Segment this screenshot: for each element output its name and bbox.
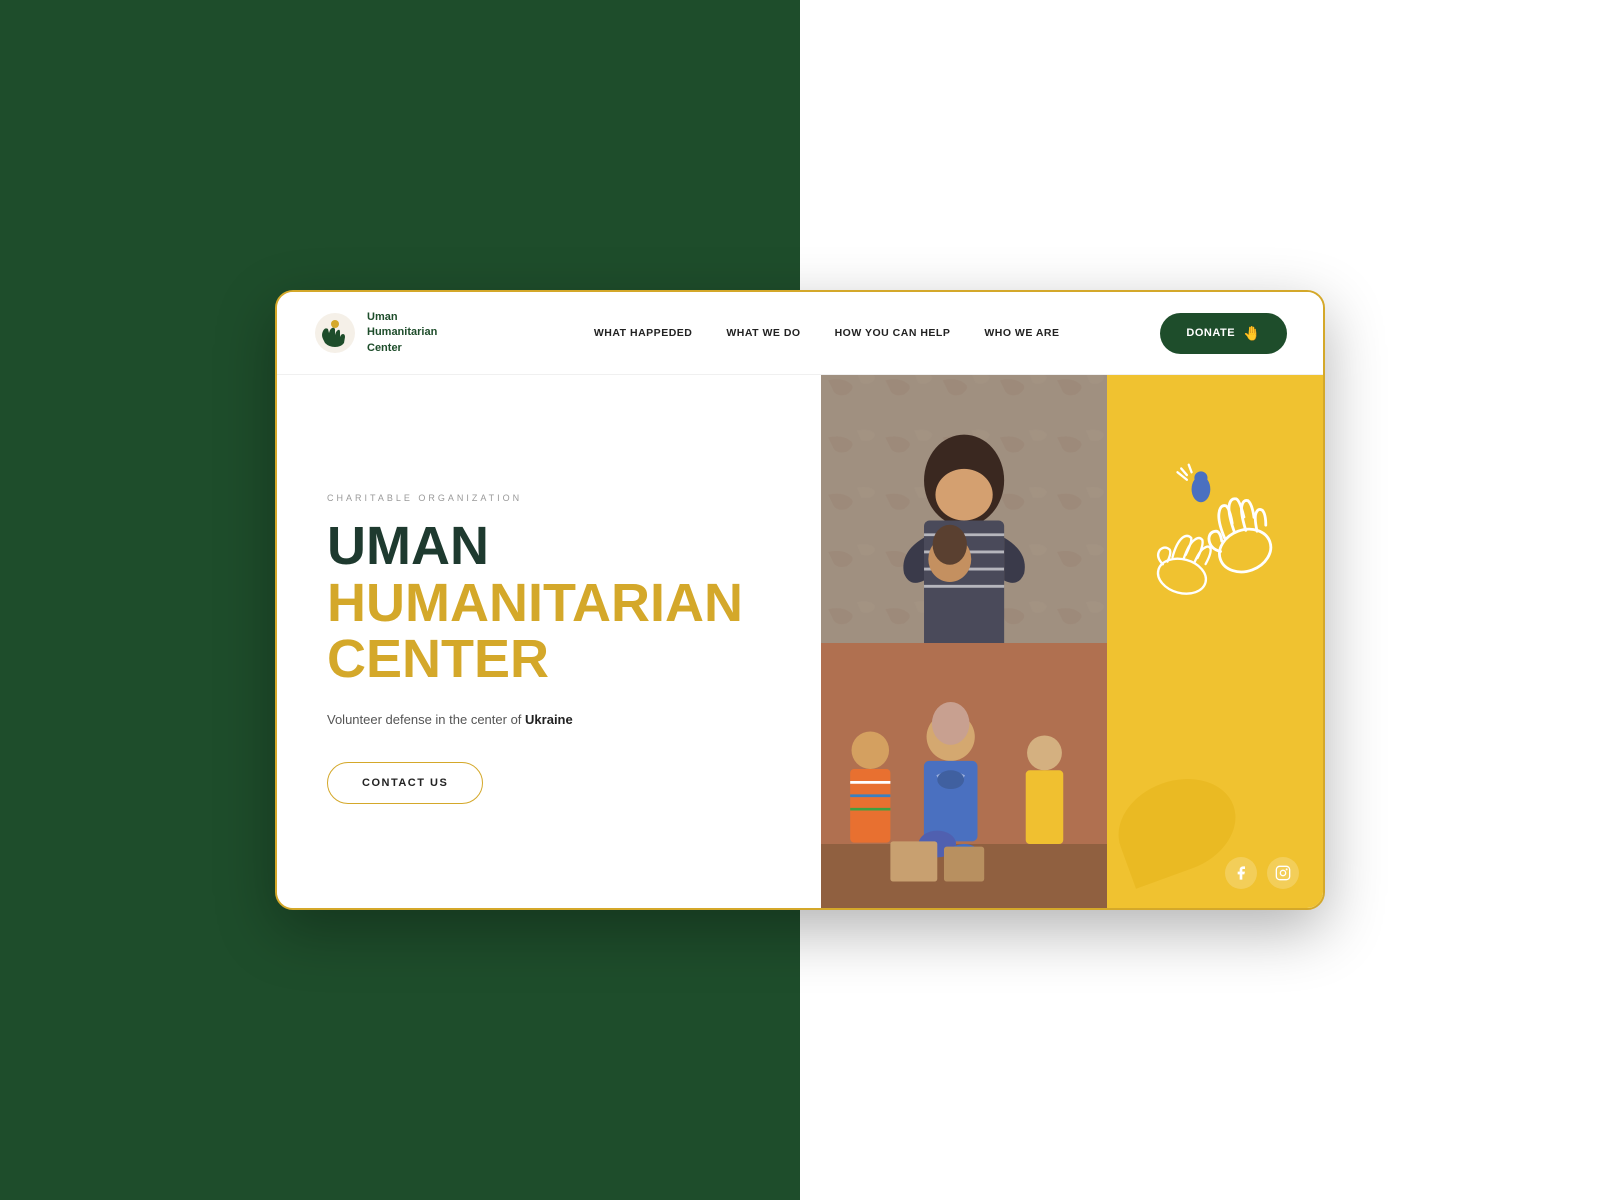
subtitle-bold: Ukraine	[525, 712, 573, 727]
photo-top-image	[821, 375, 1107, 643]
title-yellow: HUMANITARIAN CENTER	[327, 575, 771, 688]
browser-window: Uman Humanitarian Center WHAT HAPPEDED W…	[275, 290, 1325, 910]
photo-top	[821, 375, 1107, 643]
subtitle: Volunteer defense in the center of Ukrai…	[327, 710, 771, 730]
hand-illustration-svg	[1140, 461, 1290, 611]
donate-button[interactable]: DONATE 🤚	[1160, 313, 1287, 354]
logo-area: Uman Humanitarian Center	[313, 310, 493, 356]
photos-section	[821, 375, 1107, 910]
photo-bottom	[821, 643, 1107, 910]
contact-us-button[interactable]: CONTACT US	[327, 762, 483, 804]
logo-text: Uman Humanitarian Center	[367, 310, 437, 356]
nav-who-we-are[interactable]: WHO WE ARE	[984, 327, 1059, 339]
donate-hand-icon: 🤚	[1243, 325, 1261, 342]
navbar: Uman Humanitarian Center WHAT HAPPEDED W…	[277, 292, 1323, 375]
nav-links: WHAT HAPPEDED WHAT WE DO HOW YOU CAN HEL…	[493, 327, 1160, 339]
facebook-icon[interactable]	[1225, 857, 1257, 889]
instagram-icon[interactable]	[1267, 857, 1299, 889]
nav-how-you-can-help[interactable]: HOW YOU CAN HELP	[835, 327, 951, 339]
logo-icon	[313, 311, 357, 355]
title-dark: UMAN	[327, 519, 771, 573]
nav-what-happened[interactable]: WHAT HAPPEDED	[594, 327, 692, 339]
nav-what-we-do[interactable]: WHAT WE DO	[726, 327, 800, 339]
photo-bottom-image	[821, 643, 1107, 910]
charity-label: CHARITABLE ORGANIZATION	[327, 493, 771, 503]
donate-label: DONATE	[1186, 327, 1235, 339]
social-icons	[1225, 857, 1299, 889]
right-panel	[821, 375, 1323, 910]
main-content: CHARITABLE ORGANIZATION UMAN HUMANITARIA…	[277, 375, 1323, 910]
illustration-area	[1107, 375, 1323, 697]
left-panel: CHARITABLE ORGANIZATION UMAN HUMANITARIA…	[277, 375, 821, 910]
yellow-panel	[1107, 375, 1323, 910]
